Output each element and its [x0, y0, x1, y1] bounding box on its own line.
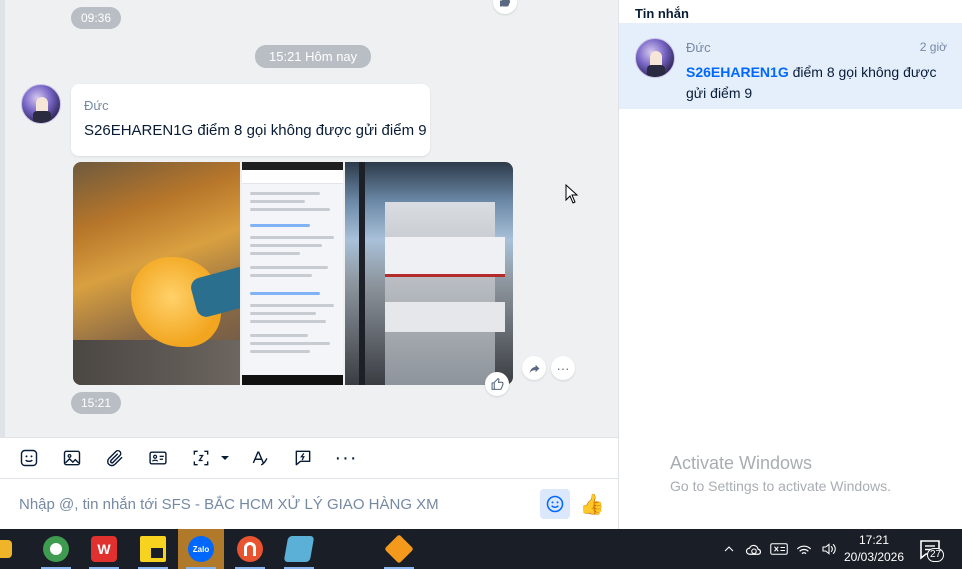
- taskbar: W Zalo 17:21 20/03/2026 27: [0, 529, 962, 569]
- date-separator: 15:21 Hôm nay: [255, 45, 372, 68]
- volume-icon[interactable]: [818, 538, 840, 560]
- text-format-icon[interactable]: [245, 443, 275, 473]
- taskbar-zalo[interactable]: Zalo: [178, 529, 224, 569]
- clock-time: 17:21: [858, 533, 890, 547]
- dropdown-caret-icon[interactable]: [218, 443, 232, 473]
- conversation-time: 2 giờ: [919, 40, 947, 54]
- taskbar-wps-office[interactable]: W: [81, 529, 127, 569]
- avatar[interactable]: [21, 84, 61, 124]
- share-icon[interactable]: [522, 356, 546, 380]
- taskbar-coc-coc-browser[interactable]: [33, 529, 79, 569]
- taskbar-clock[interactable]: 17:21 20/03/2026: [842, 532, 906, 566]
- system-tray: [718, 529, 843, 569]
- chevron-up-icon[interactable]: [718, 538, 740, 560]
- chat-area: 09:36 15:21 Hôm nay Đức S26EHAREN1G điểm…: [0, 0, 618, 437]
- composer-toolbar: ···: [0, 437, 618, 479]
- quick-message-icon[interactable]: [288, 443, 318, 473]
- attachment-icon[interactable]: [100, 443, 130, 473]
- taskbar-file-explorer[interactable]: [0, 529, 18, 569]
- keyboard-lang-icon[interactable]: [768, 538, 790, 560]
- like-icon[interactable]: [485, 372, 509, 396]
- message-input[interactable]: Nhập @, tin nhắn tới SFS - BẮC HCM XỬ LÝ…: [0, 479, 618, 529]
- sticker-icon[interactable]: [14, 443, 44, 473]
- like-icon[interactable]: [493, 0, 517, 14]
- taskbar-ultraviewer[interactable]: [227, 529, 273, 569]
- conversation-sender: Đức: [686, 40, 711, 55]
- taskbar-notes-app[interactable]: [276, 529, 322, 569]
- message-time: 15:21: [71, 392, 122, 414]
- activation-watermark-subtitle: Go to Settings to activate Windows.: [670, 478, 891, 494]
- screenshot-icon[interactable]: [186, 443, 216, 473]
- onedrive-icon[interactable]: [743, 538, 765, 560]
- emoji-icon[interactable]: [540, 489, 570, 519]
- image-icon[interactable]: [57, 443, 87, 473]
- message-text: S26EHAREN1G điểm 8 gọi không được gửi đi…: [84, 122, 427, 139]
- conversation-preview: S26EHAREN1G điểm 8 gọi không được gửi đi…: [686, 62, 948, 104]
- timestamp-badge: 09:36: [71, 7, 122, 29]
- thumbs-up-icon[interactable]: 👍: [579, 491, 605, 517]
- photo-building[interactable]: [345, 162, 513, 385]
- wifi-icon[interactable]: [793, 538, 815, 560]
- activation-watermark-title: Activate Windows: [670, 453, 813, 473]
- message-sender: Đức: [84, 98, 109, 113]
- photo-app-screenshot[interactable]: [242, 162, 343, 385]
- message-bubble[interactable]: Đức S26EHAREN1G điểm 8 gọi không được gử…: [71, 84, 430, 156]
- more-icon[interactable]: ···: [551, 356, 575, 380]
- avatar: [635, 38, 675, 78]
- image-album[interactable]: [73, 162, 513, 385]
- taskbar-package-app[interactable]: [376, 529, 422, 569]
- notification-count-badge: 27: [927, 548, 945, 562]
- conversation-item[interactable]: Đức 2 giờ S26EHAREN1G điểm 8 gọi không đ…: [619, 23, 962, 109]
- contact-card-icon[interactable]: [143, 443, 173, 473]
- right-panel: Tin nhắn Đức 2 giờ S26EHAREN1G điểm 8 gọ…: [618, 0, 962, 529]
- message-input-placeholder: Nhập @, tin nhắn tới SFS - BẮC HCM XỬ LÝ…: [19, 496, 439, 513]
- photo-package[interactable]: [73, 162, 240, 385]
- conversation-preview-code: S26EHAREN1G: [686, 64, 789, 80]
- more-icon[interactable]: ···: [331, 443, 361, 473]
- clock-date: 20/03/2026: [843, 550, 905, 564]
- mouse-cursor-icon: [565, 184, 579, 204]
- panel-title: Tin nhắn: [635, 6, 689, 21]
